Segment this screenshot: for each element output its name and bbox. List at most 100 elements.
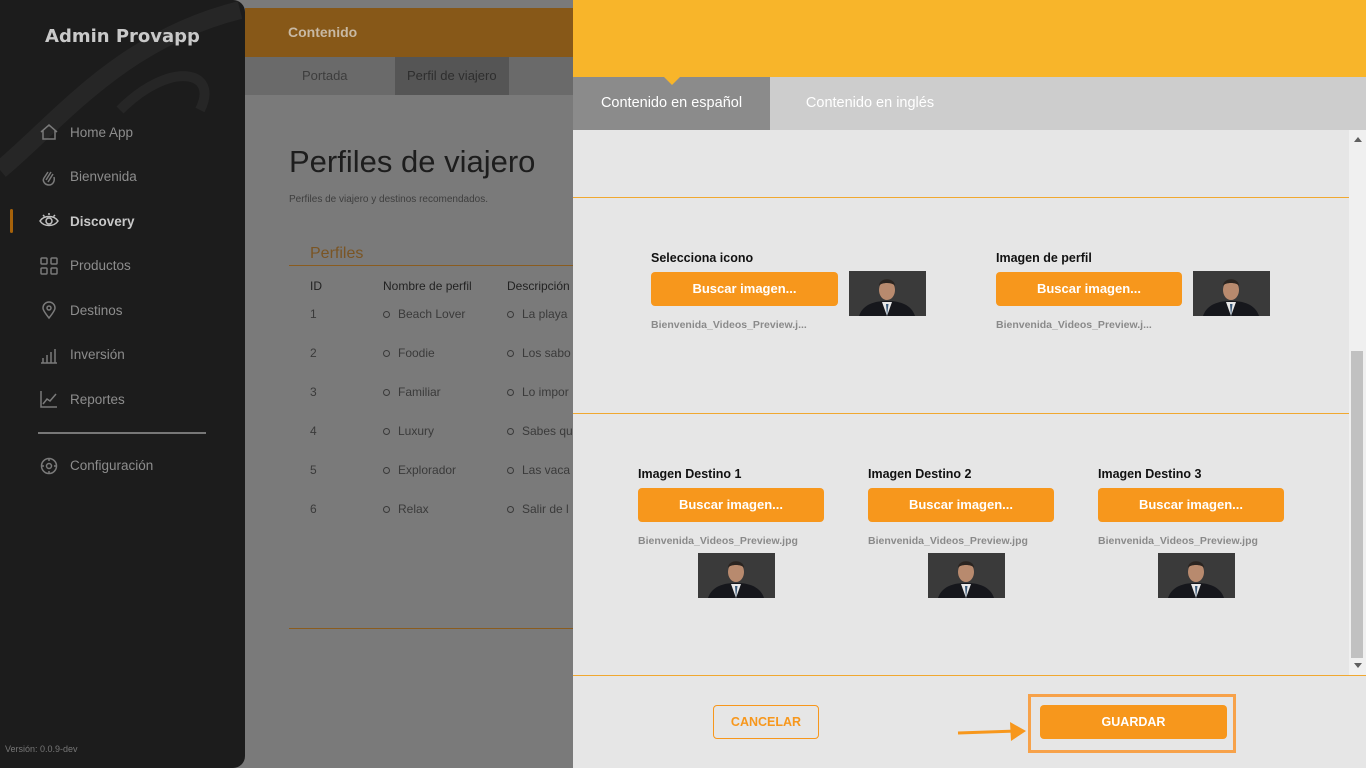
column-header-description: Descripción — [507, 279, 570, 293]
row-description: Lo impor — [507, 385, 569, 399]
sidebar-item-productos[interactable]: Productos — [0, 244, 245, 289]
content-tabs: Portada Perfil de viajero — [245, 57, 585, 95]
row-id: 5 — [310, 463, 317, 477]
save-button[interactable]: GUARDAR — [1040, 705, 1227, 739]
map-pin-icon — [38, 300, 60, 320]
destination-1-label: Imagen Destino 1 — [638, 467, 742, 481]
row-id: 4 — [310, 424, 317, 438]
row-profile-name-text: Beach Lover — [398, 307, 466, 321]
page-title: Perfiles de viajero — [289, 144, 536, 179]
row-description: Sabes qu — [507, 424, 573, 438]
section-divider — [573, 413, 1349, 414]
version-label: Versión: 0.0.9-dev — [5, 744, 78, 754]
row-description-text: La playa — [522, 307, 568, 321]
sidebar-item-label: Productos — [70, 258, 131, 274]
destination-2-label: Imagen Destino 2 — [868, 467, 972, 481]
section-title: Contenido — [288, 24, 358, 40]
row-profile-name: Beach Lover — [383, 307, 465, 321]
row-description: Salir de l — [507, 502, 569, 516]
home-icon — [38, 122, 60, 142]
browse-profile-image-button[interactable]: Buscar imagen... — [996, 272, 1182, 306]
section-heading: Perfiles — [310, 245, 364, 262]
portrait-thumbnail — [928, 553, 1005, 598]
panel-header — [573, 0, 1366, 77]
row-profile-name-text: Foodie — [398, 346, 435, 360]
browse-icon-button[interactable]: Buscar imagen... — [651, 272, 838, 306]
profile-preview-image — [1193, 271, 1270, 316]
scrollbar-thumb[interactable] — [1351, 351, 1363, 658]
bullet-icon — [383, 506, 390, 513]
sidebar-item-label: Reportes — [70, 391, 125, 407]
bullet-icon — [383, 428, 390, 435]
row-id: 1 — [310, 307, 317, 321]
row-description: Las vaca — [507, 463, 570, 477]
row-description-text: Lo impor — [522, 385, 569, 399]
section-divider — [289, 265, 579, 266]
row-profile-name-text: Luxury — [398, 424, 435, 438]
icon-field-label: Selecciona icono — [651, 251, 754, 265]
bullet-icon — [507, 428, 514, 435]
row-id: 2 — [310, 346, 317, 360]
scroll-down-arrow-icon[interactable] — [1354, 663, 1362, 668]
row-profile-name-text: Relax — [398, 502, 429, 516]
sidebar-item-configuracion[interactable]: Configuración — [0, 444, 245, 489]
browse-destination-3-button[interactable]: Buscar imagen... — [1098, 488, 1284, 522]
tab-contenido-espanol[interactable]: Contenido en español — [573, 76, 770, 130]
destination-2-filename: Bienvenida_Videos_Preview.jpg — [868, 535, 1028, 547]
tab-perfil-de-viajero[interactable]: Perfil de viajero — [395, 57, 509, 95]
column-header-id: ID — [310, 279, 322, 293]
row-profile-name: Luxury — [383, 424, 434, 438]
gear-icon — [38, 456, 60, 476]
bullet-icon — [507, 467, 514, 474]
profile-image-label: Imagen de perfil — [996, 251, 1092, 265]
tab-contenido-ingles[interactable]: Contenido en inglés — [770, 77, 970, 130]
panel-scrollbar[interactable] — [1349, 130, 1366, 675]
table-bottom-divider — [289, 628, 579, 629]
row-id: 3 — [310, 385, 317, 399]
row-id: 6 — [310, 502, 317, 516]
sidebar-item-home-app[interactable]: Home App — [0, 110, 245, 155]
cancel-button[interactable]: CANCELAR — [713, 705, 819, 739]
sidebar-item-label: Home App — [70, 124, 134, 140]
edit-profile-panel: Contenido en español Contenido en inglés… — [573, 0, 1366, 768]
row-profile-name-text: Familiar — [398, 385, 441, 399]
sidebar-item-label: Bienvenida — [70, 169, 137, 185]
section-header: Contenido — [245, 8, 585, 57]
browse-destination-1-button[interactable]: Buscar imagen... — [638, 488, 824, 522]
destination-2-preview-image — [928, 553, 1005, 598]
column-header-name: Nombre de perfil — [383, 279, 472, 293]
footer-divider — [573, 675, 1366, 676]
scroll-up-arrow-icon[interactable] — [1354, 137, 1362, 142]
arrow-right-icon — [957, 722, 1026, 741]
destination-3-label: Imagen Destino 3 — [1098, 467, 1202, 481]
destination-1-filename: Bienvenida_Videos_Preview.jpg — [638, 535, 798, 547]
sidebar-divider — [38, 431, 206, 434]
bullet-icon — [383, 467, 390, 474]
icon-filename: Bienvenida_Videos_Preview.j... — [651, 319, 807, 331]
row-profile-name: Explorador — [383, 463, 456, 477]
portrait-thumbnail — [698, 553, 775, 598]
sidebar-nav: Home App Bienvenida Discovery Productos … — [0, 110, 245, 488]
destination-3-filename: Bienvenida_Videos_Preview.jpg — [1098, 535, 1258, 547]
row-description-text: Salir de l — [522, 502, 569, 516]
app-brand: Admin Provapp — [45, 26, 200, 47]
sidebar-item-bienvenida[interactable]: Bienvenida — [0, 155, 245, 200]
portrait-thumbnail — [849, 271, 926, 316]
sidebar-item-reportes[interactable]: Reportes — [0, 377, 245, 422]
browse-destination-2-button[interactable]: Buscar imagen... — [868, 488, 1054, 522]
bullet-icon — [383, 350, 390, 357]
row-description-text: Las vaca — [522, 463, 571, 477]
page-subtitle: Perfiles de viajero y destinos recomenda… — [289, 194, 488, 205]
bullet-icon — [507, 350, 514, 357]
portrait-thumbnail — [1193, 271, 1270, 316]
tab-portada[interactable]: Portada — [290, 57, 360, 95]
sidebar-item-destinos[interactable]: Destinos — [0, 288, 245, 333]
icon-preview-image — [849, 271, 926, 316]
sidebar-item-discovery[interactable]: Discovery — [0, 199, 245, 244]
destination-1-preview-image — [698, 553, 775, 598]
line-chart-icon — [38, 389, 60, 409]
row-description-text: Los sabo — [522, 346, 571, 360]
row-profile-name: Familiar — [383, 385, 441, 399]
row-description-text: Sabes qu — [522, 424, 573, 438]
sidebar-item-inversion[interactable]: Inversión — [0, 333, 245, 378]
